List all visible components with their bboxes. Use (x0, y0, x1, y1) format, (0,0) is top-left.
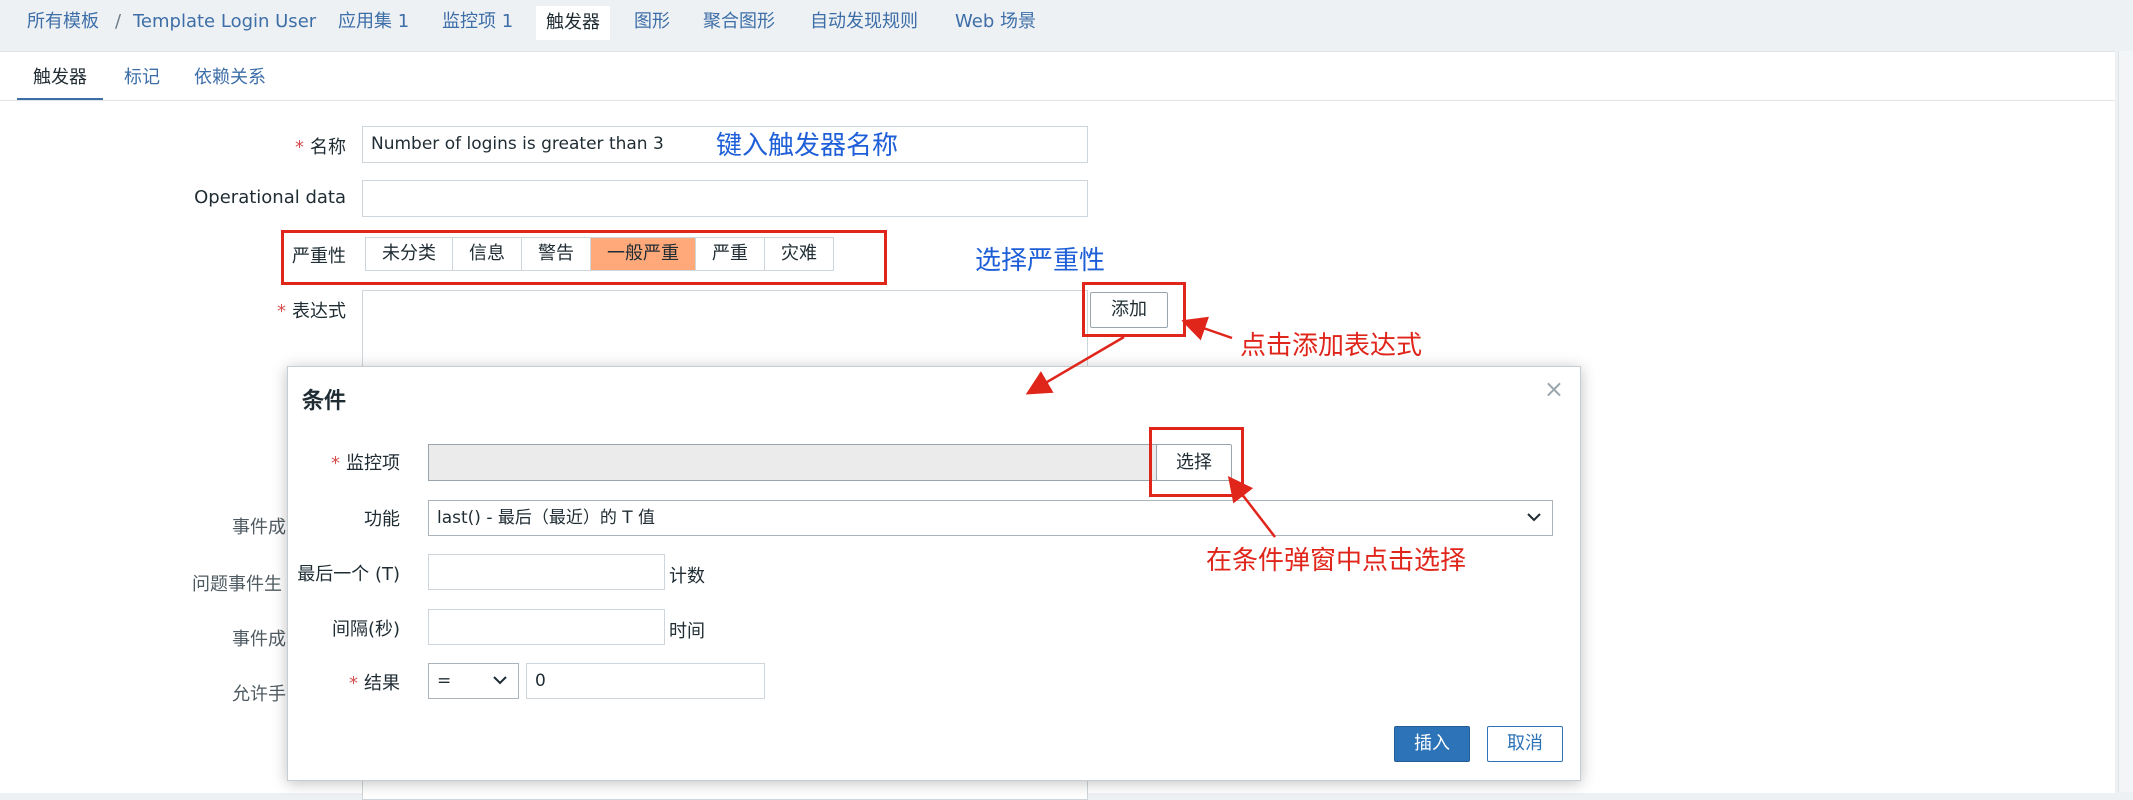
tabs-divider (0, 100, 2115, 101)
description-input[interactable] (362, 780, 1088, 800)
severity-not-classified[interactable]: 未分类 (366, 238, 453, 270)
item-label: * 监控项 (331, 453, 400, 474)
function-label: 功能 (364, 509, 400, 530)
function-select[interactable]: last() - 最后（最近）的 T 值 (428, 500, 1553, 536)
annotation-severity-hint: 选择严重性 (975, 246, 1106, 276)
last-count-unit: 计数 (669, 566, 705, 587)
tab-triggers[interactable]: 触发器 (17, 62, 103, 101)
result-value-input[interactable]: 0 (526, 663, 765, 699)
breadcrumb-all-templates[interactable]: 所有模板 (27, 0, 99, 46)
breadcrumb-template[interactable]: Template Login User (133, 0, 316, 46)
allow-manual-close-label: 允许手 (232, 684, 286, 705)
insert-button[interactable]: 插入 (1394, 726, 1470, 762)
operational-data-input[interactable] (362, 180, 1088, 217)
interval-label: 间隔(秒) (331, 619, 400, 640)
cancel-button[interactable]: 取消 (1487, 726, 1563, 762)
chevron-down-icon (492, 664, 508, 710)
severity-disaster[interactable]: 灾难 (765, 238, 833, 270)
result-label: * 结果 (349, 673, 400, 694)
interval-input[interactable] (428, 609, 665, 645)
breadcrumb-screens[interactable]: 聚合图形 (703, 0, 775, 46)
interval-unit: 时间 (669, 621, 705, 642)
annotation-name-hint: 键入触发器名称 (716, 131, 899, 161)
breadcrumb: 所有模板 / Template Login User 应用集 1 监控项 1 触… (0, 0, 2133, 46)
annotation-select-hint: 在条件弹窗中点击选择 (1206, 546, 1467, 576)
select-item-button[interactable]: 选择 (1156, 444, 1232, 481)
result-operator-value: = (437, 671, 452, 691)
dialog-title: 条件 (302, 389, 347, 414)
severity-label: 严重性 (292, 246, 346, 267)
function-value: last() - 最后（最近）的 T 值 (437, 508, 656, 528)
severity-information[interactable]: 信息 (453, 238, 522, 270)
breadcrumb-graphs[interactable]: 图形 (634, 0, 670, 46)
item-input[interactable] (428, 444, 1178, 481)
event-ok-close-label: 事件成 (232, 629, 286, 650)
breadcrumb-separator: / (115, 11, 122, 32)
tab-dependencies[interactable]: 依赖关系 (194, 62, 266, 98)
last-count-input[interactable] (428, 554, 665, 590)
breadcrumb-items[interactable]: 监控项 1 (442, 0, 513, 46)
severity-warning[interactable]: 警告 (522, 238, 591, 270)
scrollbar[interactable] (2118, 51, 2133, 792)
chevron-down-icon (1526, 501, 1542, 547)
annotation-add-hint: 点击添加表达式 (1240, 331, 1423, 361)
add-expression-button[interactable]: 添加 (1090, 292, 1168, 328)
breadcrumb-applications[interactable]: 应用集 1 (338, 0, 409, 46)
name-label: * 名称 (295, 137, 346, 158)
severity-average[interactable]: 一般严重 (591, 238, 696, 270)
problem-event-label: 问题事件生 (192, 574, 282, 595)
close-icon[interactable]: × (1544, 375, 1564, 403)
event-ok-label: 事件成 (232, 517, 286, 538)
last-count-label: 最后一个 (T) (297, 564, 400, 585)
breadcrumb-discovery-rules[interactable]: 自动发现规则 (810, 0, 918, 46)
severity-selector: 未分类 信息 警告 一般严重 严重 灾难 (365, 237, 834, 271)
result-operator-select[interactable]: = (428, 663, 519, 699)
operational-data-label: Operational data (194, 187, 346, 208)
breadcrumb-triggers[interactable]: 触发器 (536, 6, 610, 40)
severity-high[interactable]: 严重 (696, 238, 765, 270)
tab-tags[interactable]: 标记 (124, 62, 160, 98)
expression-label: * 表达式 (277, 301, 346, 322)
breadcrumb-web-scenarios[interactable]: Web 场景 (955, 0, 1036, 46)
expression-textarea[interactable] (362, 290, 1088, 370)
